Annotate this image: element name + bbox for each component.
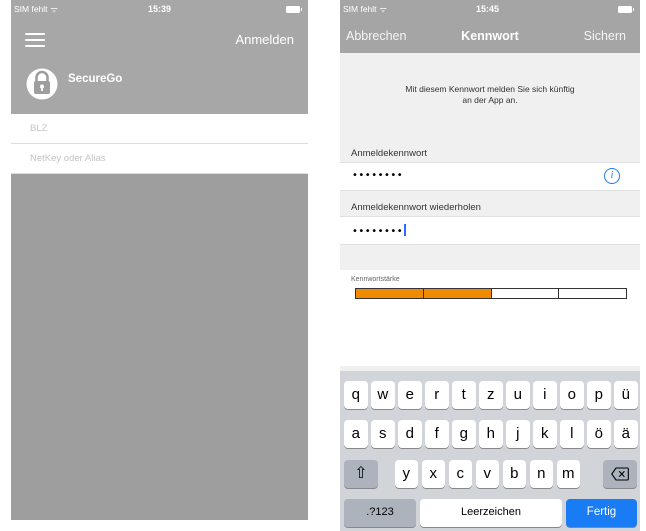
strength-segment (559, 289, 626, 298)
info-section: Mit diesem Kennwort melden Sie sich künf… (340, 53, 640, 138)
numbers-key[interactable]: .?123 (344, 499, 416, 527)
key-i[interactable]: i (533, 381, 557, 409)
dimmed-background (11, 174, 308, 520)
key-j[interactable]: j (506, 420, 530, 448)
save-button[interactable]: Sichern (584, 29, 626, 43)
strength-segment (491, 289, 560, 298)
top-nav: Abbrechen Kennwort Sichern (340, 20, 640, 53)
keyboard-row-2: asdfghjklöä (340, 420, 640, 448)
password-repeat-field[interactable]: •••••••• (340, 216, 640, 245)
key-u[interactable]: u (506, 381, 530, 409)
done-key[interactable]: Fertig (566, 499, 637, 527)
hamburger-menu-icon[interactable] (25, 33, 45, 47)
key-q[interactable]: q (344, 381, 368, 409)
key-h[interactable]: h (479, 420, 503, 448)
key-a[interactable]: a (344, 420, 368, 448)
padlock-icon (26, 68, 58, 100)
key-g[interactable]: g (452, 420, 476, 448)
keyboard-row-1: qwertzuiopü (340, 381, 640, 409)
key-m[interactable]: m (556, 460, 580, 488)
key-y[interactable]: y (394, 460, 418, 488)
keyboard: qwertzuiopü asdfghjklöä ⇧ yxcvbnm .?123 … (340, 371, 640, 531)
keyboard-row-3: ⇧ yxcvbnm (340, 460, 640, 488)
brand-header: SecureGo (11, 56, 308, 112)
key-ä[interactable]: ä (614, 420, 638, 448)
carrier-label: SIM fehlt (14, 4, 48, 14)
backspace-icon (611, 467, 629, 481)
key-x[interactable]: x (421, 460, 445, 488)
key-ü[interactable]: ü (614, 381, 638, 409)
battery-icon (286, 6, 302, 13)
battery-icon (618, 6, 634, 13)
top-nav: Anmelden (11, 20, 308, 56)
password-label: Anmeldekennwort (351, 148, 428, 159)
shift-arrow-icon: ⇧ (354, 465, 368, 482)
password-repeat-label: Anmeldekennwort wiederholen (351, 202, 481, 213)
key-z[interactable]: z (479, 381, 503, 409)
strength-segment (423, 289, 492, 298)
strength-segment (356, 289, 424, 298)
key-l[interactable]: l (560, 420, 584, 448)
strength-meter (355, 288, 627, 299)
key-o[interactable]: o (560, 381, 584, 409)
wifi-icon: ᯤ (379, 5, 387, 14)
status-bar: SIM fehlt ᯤ 15:45 (340, 0, 640, 20)
password-repeat-value: •••••••• (352, 226, 404, 237)
carrier-label: SIM fehlt (343, 4, 377, 14)
info-text: Mit diesem Kennwort melden Sie sich künf… (380, 84, 600, 105)
status-bar: SIM fehlt ᯤ 15:39 (11, 0, 308, 20)
space-key[interactable]: Leerzeichen (420, 499, 562, 527)
netkey-field[interactable]: NetKey oder Alias (11, 144, 308, 174)
key-p[interactable]: p (587, 381, 611, 409)
password-value: •••••••• (352, 170, 404, 181)
key-k[interactable]: k (533, 420, 557, 448)
info-circle-icon[interactable]: i (604, 168, 620, 184)
left-screen: SIM fehlt ᯤ 15:39 Anmelden SecureGo BLZ N… (11, 0, 308, 520)
key-b[interactable]: b (502, 460, 526, 488)
password-field[interactable]: •••••••• i (340, 162, 640, 191)
info-text-line1: Mit diesem Kennwort melden Sie sich künf… (405, 84, 575, 94)
text-cursor (404, 224, 406, 236)
keyboard-row-4: .?123 Leerzeichen Fertig (340, 499, 640, 527)
blz-field[interactable]: BLZ (11, 114, 308, 144)
key-w[interactable]: w (371, 381, 395, 409)
status-time: 15:45 (476, 4, 500, 14)
wifi-icon: ᯤ (50, 5, 58, 14)
blz-placeholder: BLZ (30, 123, 48, 134)
key-e[interactable]: e (398, 381, 422, 409)
key-f[interactable]: f (425, 420, 449, 448)
key-d[interactable]: d (398, 420, 422, 448)
password-strength-section: Kennwortstärke (340, 270, 640, 366)
key-c[interactable]: c (448, 460, 472, 488)
shift-key[interactable]: ⇧ (344, 460, 378, 488)
key-n[interactable]: n (529, 460, 553, 488)
key-r[interactable]: r (425, 381, 449, 409)
info-text-line2: an der App an. (462, 94, 518, 105)
status-time: 15:39 (148, 4, 172, 14)
key-s[interactable]: s (371, 420, 395, 448)
key-ö[interactable]: ö (587, 420, 611, 448)
app-name: SecureGo (68, 73, 123, 85)
delete-key[interactable] (603, 460, 637, 488)
netkey-placeholder: NetKey oder Alias (30, 153, 106, 164)
strength-label: Kennwortstärke (351, 276, 400, 283)
key-t[interactable]: t (452, 381, 476, 409)
key-v[interactable]: v (475, 460, 499, 488)
right-screen: SIM fehlt ᯤ 15:45 Abbrechen Kennwort Sich… (340, 0, 640, 531)
signin-button[interactable]: Anmelden (235, 32, 294, 47)
